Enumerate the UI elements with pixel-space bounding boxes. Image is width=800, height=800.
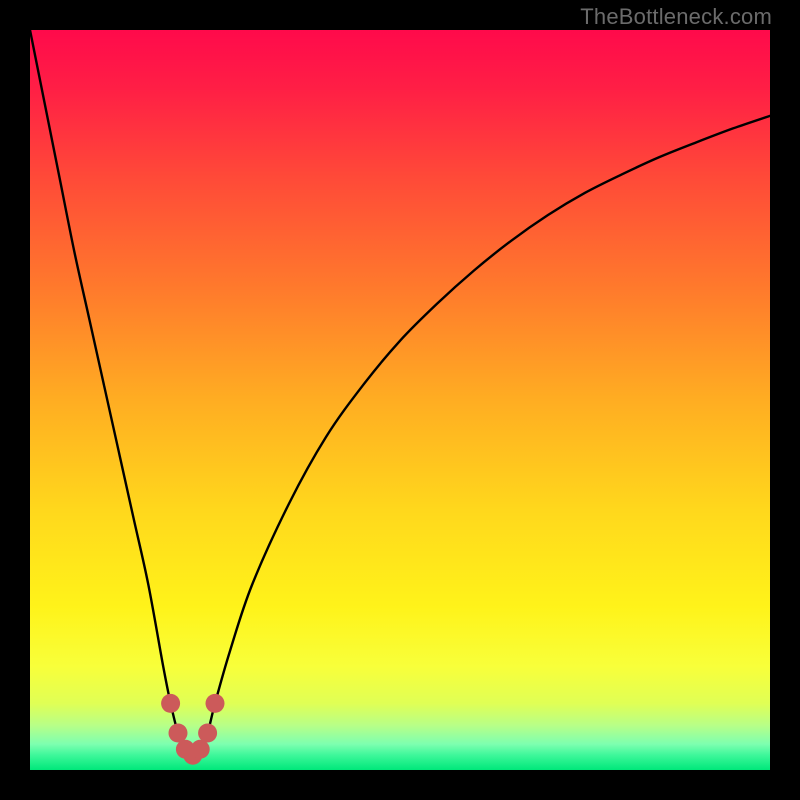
curve-minimum-markers <box>161 694 224 765</box>
chart-area <box>30 30 770 770</box>
watermark-text: TheBottleneck.com <box>580 4 772 30</box>
curve-marker <box>169 724 188 743</box>
curve-marker <box>198 724 217 743</box>
curve-marker <box>191 740 210 759</box>
bottleneck-curve <box>30 30 770 770</box>
curve-path <box>30 30 770 755</box>
curve-marker <box>161 694 180 713</box>
curve-marker <box>206 694 225 713</box>
